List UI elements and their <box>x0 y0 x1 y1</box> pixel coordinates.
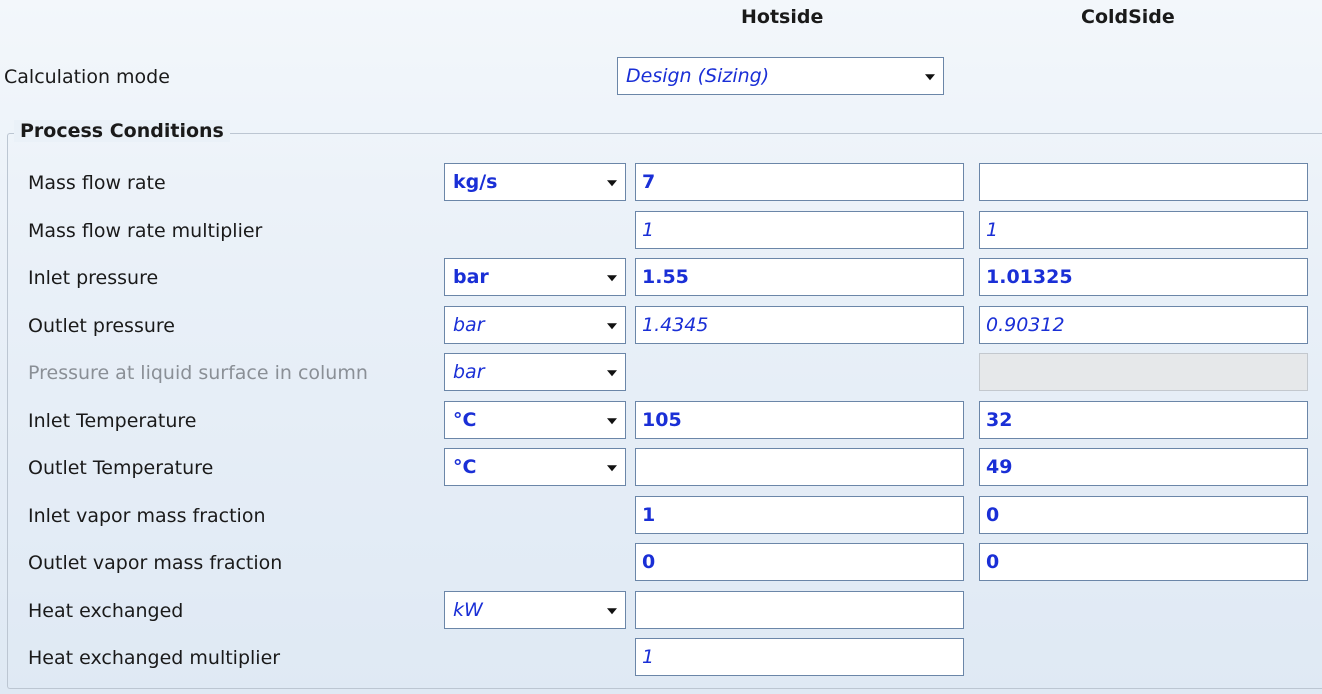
outlet-temperature-hot-input[interactable] <box>635 448 964 486</box>
outlet-pressure-cold-input[interactable]: 0.90312 <box>979 306 1308 344</box>
outlet-vapor-fraction-hot-input[interactable]: 0 <box>635 543 964 581</box>
heat-exchanged-multiplier-label: Heat exchanged multiplier <box>28 647 281 669</box>
chevron-down-icon <box>607 465 617 472</box>
chevron-down-icon <box>607 418 617 425</box>
outlet-pressure-hot-input[interactable]: 1.4345 <box>635 306 964 344</box>
mass-flow-rate-unit-select[interactable]: kg/s <box>444 163 626 201</box>
calculation-mode-select[interactable]: Design (Sizing) <box>617 57 944 95</box>
mass-flow-rate-hot-input[interactable]: 7 <box>635 163 964 201</box>
liquid-surface-pressure-cold-input <box>979 353 1308 391</box>
outlet-pressure-label: Outlet pressure <box>28 315 175 337</box>
chevron-down-icon <box>925 74 935 81</box>
outlet-temperature-unit-select[interactable]: °C <box>444 448 626 486</box>
heat-exchanged-unit-select[interactable]: kW <box>444 591 626 629</box>
inlet-vapor-fraction-hot-input[interactable]: 1 <box>635 496 964 534</box>
calculation-mode-value: Design (Sizing) <box>626 65 770 87</box>
chevron-down-icon <box>607 370 617 377</box>
unit-value: kW <box>453 599 483 621</box>
unit-value: °C <box>453 409 477 431</box>
inlet-vapor-fraction-label: Inlet vapor mass fraction <box>28 505 266 527</box>
mass-flow-rate-label: Mass flow rate <box>28 172 166 194</box>
coldside-column-header: ColdSide <box>1081 6 1175 28</box>
chevron-down-icon <box>607 180 617 187</box>
unit-value: bar <box>453 314 485 336</box>
calculation-mode-label: Calculation mode <box>4 66 170 88</box>
outlet-pressure-unit-select[interactable]: bar <box>444 306 626 344</box>
mass-flow-rate-cold-input[interactable] <box>979 163 1308 201</box>
unit-value: °C <box>453 456 477 478</box>
inlet-temperature-unit-select[interactable]: °C <box>444 401 626 439</box>
mass-flow-rate-multiplier-label: Mass flow rate multiplier <box>28 220 263 242</box>
unit-value: bar <box>453 361 485 383</box>
inlet-pressure-label: Inlet pressure <box>28 267 159 289</box>
inlet-temperature-hot-input[interactable]: 105 <box>635 401 964 439</box>
outlet-temperature-cold-input[interactable]: 49 <box>979 448 1308 486</box>
outlet-vapor-fraction-cold-input[interactable]: 0 <box>979 543 1308 581</box>
liquid-surface-pressure-label: Pressure at liquid surface in column <box>28 362 368 384</box>
liquid-surface-pressure-unit-select[interactable]: bar <box>444 353 626 391</box>
unit-value: kg/s <box>453 171 498 193</box>
outlet-vapor-fraction-label: Outlet vapor mass fraction <box>28 552 283 574</box>
inlet-pressure-cold-input[interactable]: 1.01325 <box>979 258 1308 296</box>
chevron-down-icon <box>607 323 617 330</box>
heat-exchanged-label: Heat exchanged <box>28 600 184 622</box>
heat-exchanged-multiplier-hot-input[interactable]: 1 <box>635 638 964 676</box>
heat-exchanged-hot-input[interactable] <box>635 591 964 629</box>
mass-flow-rate-multiplier-hot-input[interactable]: 1 <box>635 211 964 249</box>
unit-value: bar <box>453 266 489 288</box>
mass-flow-rate-multiplier-cold-input[interactable]: 1 <box>979 211 1308 249</box>
inlet-temperature-label: Inlet Temperature <box>28 410 197 432</box>
process-conditions-title: Process Conditions <box>14 120 230 142</box>
inlet-temperature-cold-input[interactable]: 32 <box>979 401 1308 439</box>
inlet-vapor-fraction-cold-input[interactable]: 0 <box>979 496 1308 534</box>
inlet-pressure-unit-select[interactable]: bar <box>444 258 626 296</box>
chevron-down-icon <box>607 608 617 615</box>
inlet-pressure-hot-input[interactable]: 1.55 <box>635 258 964 296</box>
outlet-temperature-label: Outlet Temperature <box>28 457 214 479</box>
hotside-column-header: Hotside <box>741 6 824 28</box>
chevron-down-icon <box>607 275 617 282</box>
